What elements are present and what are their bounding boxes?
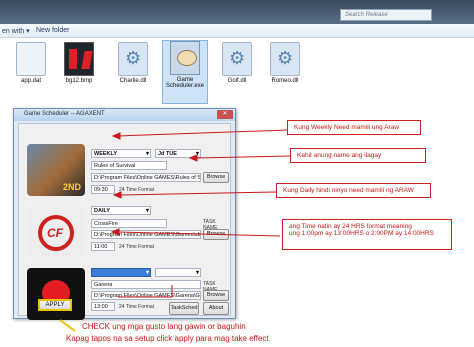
- bottom-instruction-1: CHECK ung mga gusto lang gawin or baguhi…: [82, 322, 246, 331]
- bottom-instruction-2: Kapag tapos na sa setup click apply para…: [66, 334, 269, 343]
- annotation-name: Kahit anung name ang ilagay: [290, 148, 426, 163]
- annotation-time-line2: ung 1:00pm ay 13:00HRS o 2:00PM ay 14:00…: [289, 230, 434, 237]
- annotation-weekly: Kung Weekly Need mamili ung Araw: [287, 120, 421, 135]
- annotation-arrows: [59, 129, 291, 332]
- annotation-time-line1: ang Time natin ay 24 HRS format meaning: [289, 223, 412, 230]
- annotation-time: ang Time natin ay 24 HRS format meaning …: [282, 219, 452, 250]
- annotation-daily: Kung Daily hindi ninyo need mamili ng AR…: [276, 183, 431, 198]
